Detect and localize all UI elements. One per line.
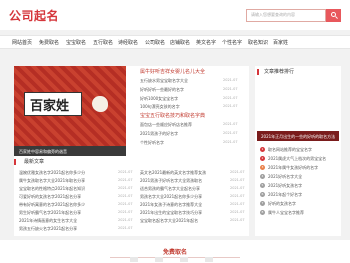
rank-badge: 8: [260, 210, 265, 215]
list-item[interactable]: 2021年女孩子诗意的名字推荐大全: [140, 202, 202, 208]
form-field[interactable]: [205, 257, 213, 262]
search-input[interactable]: 请输入您想要查询的内容: [246, 9, 326, 22]
item-date: 2021-07: [223, 87, 238, 91]
item-date: 2021-07: [118, 170, 133, 174]
list-item[interactable]: 宝宝取名的性格特点2021年起名知识: [19, 186, 85, 192]
site-logo[interactable]: 公司起名: [9, 7, 59, 24]
rank-badge: 6: [260, 192, 265, 197]
item-date: 2021-07: [223, 122, 238, 126]
list-item[interactable]: 五行缺水男宝宝取名字大全: [140, 78, 188, 84]
list-item[interactable]: 2021好听名字大全: [268, 174, 302, 180]
list-item[interactable]: 2021年属牛女孩好听的名字: [268, 165, 318, 171]
list-item[interactable]: 好听1000女宝宝名字: [140, 96, 178, 102]
list-item[interactable]: 2021年出生的宝宝取名字技巧分享: [140, 210, 202, 216]
main-nav: 网站首页 免费取名 宝宝取名 五行取名 诗经取名 公司取名 店铺取名 英文名字 …: [0, 35, 350, 49]
list-item[interactable]: 2021年诗情画意的女生名字大全: [19, 218, 77, 224]
list-item[interactable]: 温婉优雅女孩名字2021起名你多少分: [19, 170, 85, 176]
nav-personal[interactable]: 个性名字: [222, 39, 242, 46]
item-date: 2021-07: [118, 218, 133, 222]
list-item[interactable]: 2021好听女孩名字: [268, 183, 302, 189]
item-date: 2021-07: [223, 78, 238, 82]
list-item[interactable]: 属牛人宝宝名字推荐: [268, 210, 304, 216]
free-naming-title: 免费取名: [162, 249, 187, 256]
item-date: 2021-07: [230, 178, 245, 182]
item-date: 2021-07: [230, 170, 245, 174]
nav-shijing[interactable]: 诗经取名: [118, 39, 138, 46]
item-date: 2021-07: [230, 194, 245, 198]
item-date: 2021-07: [118, 186, 133, 190]
list-item[interactable]: 好听的女孩名字: [268, 201, 296, 207]
item-date: 2021-07: [118, 178, 133, 182]
site-header: 公司起名 请输入您想要查询的内容: [0, 0, 350, 30]
bird-illustration: [92, 96, 108, 112]
item-date: 2021-07: [230, 202, 245, 206]
item-date: 2021-07: [223, 140, 238, 144]
nav-home[interactable]: 网站首页: [12, 39, 32, 46]
latest-title: 最新文章: [24, 159, 45, 165]
banner-carousel[interactable]: 百家姓: [14, 66, 126, 146]
nav-english[interactable]: 英文名字: [196, 39, 216, 46]
list-item[interactable]: 2021男孩子好听名字大全男孩取名: [140, 178, 202, 184]
list-item[interactable]: 取名网站推荐的宝宝名字: [268, 147, 312, 153]
list-item[interactable]: 2021年起个好名字: [268, 192, 302, 198]
recommend-title: 文章推荐排行: [264, 69, 295, 75]
rank-badge: 7: [260, 201, 265, 206]
form-field[interactable]: [155, 257, 163, 262]
item-date: 2021-07: [223, 131, 238, 135]
nav-free-naming[interactable]: 免费取名: [39, 39, 59, 46]
list-item[interactable]: 2021属虎大气上档次的男宝宝名: [268, 156, 326, 162]
item-date: 2021-07: [118, 210, 133, 214]
nav-five-elements[interactable]: 五行取名: [93, 39, 113, 46]
nav-company[interactable]: 公司取名: [145, 39, 165, 46]
item-date: 2021-07: [230, 210, 245, 214]
rank-badge: 5: [260, 183, 265, 188]
list-item[interactable]: 好听好听一些最好的名字: [140, 87, 184, 93]
rank-badge: 1: [260, 147, 265, 152]
recommend-head[interactable]: 2021年正月出生的一些的好听的取名方法: [257, 131, 339, 141]
item-date: 2021-07: [223, 104, 238, 108]
form-field[interactable]: [180, 257, 188, 262]
rank-badge: 3: [260, 165, 265, 170]
list-item[interactable]: 适合男孩的霸气名字大全起名分享: [140, 186, 200, 192]
list-item[interactable]: 属牛女孩取名字大全2021年取名分享: [19, 178, 85, 184]
item-date: 2021-07: [118, 194, 133, 198]
nav-knowledge[interactable]: 取名知识: [248, 39, 268, 46]
list-item[interactable]: 男孩名字大全2021起名你多少分享: [140, 194, 202, 200]
list-item[interactable]: 英文名2021最新的英文名字推荐女孩: [140, 170, 206, 176]
item-date: 2021-07: [118, 202, 133, 206]
banner-text: 百家姓: [30, 99, 70, 114]
list-item[interactable]: 面包店一些顺应好听店名推荐: [140, 122, 192, 128]
nav-shop[interactable]: 店铺取名: [170, 39, 190, 46]
list-item[interactable]: 带有好听寓意的名字2021起名你多少: [19, 202, 85, 208]
item-date: 2021-07: [230, 186, 245, 190]
nav-surnames[interactable]: 百家姓: [273, 39, 288, 46]
rank-badge: 2: [260, 156, 265, 161]
list-item[interactable]: 2021男孩子的好名字: [140, 131, 178, 137]
list-item[interactable]: 可爱好听的女孩名字2021起名分享: [19, 194, 81, 200]
rank-badge: 4: [260, 174, 265, 179]
search-button[interactable]: [326, 9, 341, 22]
list-item[interactable]: 男生好听霸气名字2021年起名分享: [19, 210, 81, 216]
form-field[interactable]: [130, 257, 138, 262]
list-item[interactable]: 个性好听名字: [140, 140, 164, 146]
item-date: 2021-07: [223, 96, 238, 100]
list-item[interactable]: 男孩五行缺火名字2021起名分享: [19, 226, 77, 232]
featured-title[interactable]: 属牛好听吉祥女婴儿名儿大全: [140, 68, 205, 75]
nav-baby-naming[interactable]: 宝宝取名: [66, 39, 86, 46]
list-item[interactable]: 宝宝取名起名字大全2021年起名: [140, 218, 198, 224]
list-item[interactable]: 100句漂亮女孩的名字: [140, 104, 180, 110]
item-date: 2021-07: [118, 226, 133, 230]
featured-title-2[interactable]: 宝宝五行取名技巧和取名字典: [140, 112, 205, 119]
item-date: 2021-07: [230, 218, 245, 222]
